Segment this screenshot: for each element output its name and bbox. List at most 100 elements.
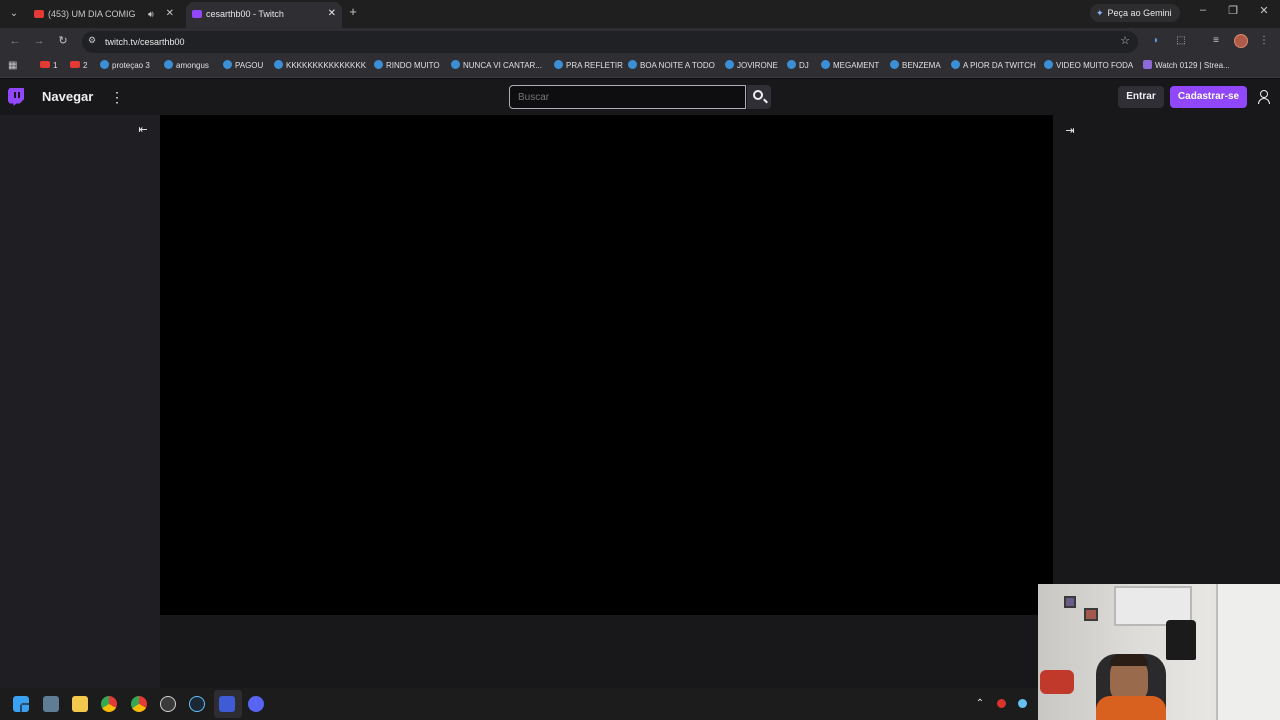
bookmark-item[interactable]: BENZEMA bbox=[890, 56, 941, 76]
bookmarks-bar: ▦ 1 2 proteçao 3 amongus PAGOU KKKKKKKKK… bbox=[0, 56, 1280, 78]
twitch-clip-icon bbox=[821, 60, 830, 70]
twitch-clip-icon bbox=[890, 60, 899, 70]
collapse-sidebar-icon[interactable]: ⇤ bbox=[136, 123, 150, 136]
side-nav: ⇤ bbox=[0, 115, 160, 688]
twitch-clip-icon bbox=[951, 60, 960, 70]
search-button[interactable] bbox=[747, 85, 771, 109]
site-info-icon[interactable]: ⚙ bbox=[88, 35, 96, 46]
twitch-clip-icon bbox=[451, 60, 460, 70]
tab-title: (453) UM DIA COMIGO - Yo bbox=[48, 9, 136, 19]
bookmark-item[interactable]: KKKKKKKKKKKKKKK bbox=[274, 56, 366, 76]
gemini-label: Peça ao Gemini bbox=[1107, 8, 1172, 18]
address-bar[interactable]: ⚙ twitch.tv/cesarthb00 ☆ bbox=[82, 31, 1138, 53]
bookmark-item[interactable]: VIDEO MUITO FODA bbox=[1044, 56, 1133, 76]
tray-steam-icon[interactable] bbox=[1018, 699, 1027, 708]
browser-menu-icon[interactable]: ⋮ bbox=[1257, 34, 1271, 48]
chrome-icon[interactable] bbox=[101, 696, 117, 712]
bookmark-item[interactable]: MEGAMENT bbox=[821, 56, 879, 76]
tab-search-chevron-icon[interactable]: ⌄ bbox=[6, 6, 22, 22]
bookmark-item[interactable]: JOVIRONE bbox=[725, 56, 778, 76]
file-explorer-icon[interactable] bbox=[72, 696, 88, 712]
tray-app-icon[interactable] bbox=[997, 699, 1006, 708]
calculator-icon[interactable] bbox=[43, 696, 59, 712]
discord-icon[interactable] bbox=[248, 696, 264, 712]
bookmark-star-icon[interactable]: ☆ bbox=[1120, 34, 1130, 47]
red-object bbox=[1040, 670, 1074, 694]
tray-chevron-up-icon[interactable]: ⌃ bbox=[973, 696, 987, 712]
hanging-jersey bbox=[1166, 620, 1196, 660]
expand-chat-icon[interactable]: ⇥ bbox=[1063, 124, 1077, 137]
extension-icon bbox=[1143, 60, 1152, 70]
streamer-torso bbox=[1096, 696, 1166, 720]
webcam-overlay bbox=[1038, 584, 1280, 720]
bookmark-item[interactable]: amongus bbox=[164, 56, 209, 76]
audio-extension-icon[interactable]: ◗ bbox=[1149, 34, 1163, 48]
browser-tab-youtube[interactable]: (453) UM DIA COMIGO - Yo 🔊︎ ✕ bbox=[28, 2, 180, 28]
twitch-clip-icon bbox=[787, 60, 796, 70]
restore-window-icon[interactable]: ❐ bbox=[1226, 4, 1240, 17]
gemini-sparkle-icon: ✦ bbox=[1096, 8, 1104, 18]
gemini-button[interactable]: ✦ Peça ao Gemini bbox=[1090, 4, 1180, 22]
twitch-top-nav: Navegar ⋮ Entrar Cadastrar-se bbox=[0, 79, 1280, 115]
twitch-clip-icon bbox=[274, 60, 283, 70]
bookmark-item[interactable]: Watch 0129 | Strea... bbox=[1143, 56, 1230, 76]
close-window-icon[interactable]: ✕ bbox=[1257, 4, 1271, 17]
bookmark-item[interactable]: NUNCA VI CANTAR... bbox=[451, 56, 542, 76]
twitch-clip-icon bbox=[223, 60, 232, 70]
signup-button[interactable]: Cadastrar-se bbox=[1170, 86, 1247, 108]
forward-icon[interactable]: → bbox=[32, 34, 46, 48]
browser-tab-strip: ⌄ (453) UM DIA COMIGO - Yo 🔊︎ ✕ cesarthb… bbox=[0, 0, 1280, 28]
profile-avatar[interactable] bbox=[1234, 34, 1248, 48]
wall-picture bbox=[1064, 596, 1076, 608]
twitch-clip-icon bbox=[628, 60, 637, 70]
bookmark-item[interactable]: 1 bbox=[40, 56, 57, 76]
bookmark-item[interactable]: DJ bbox=[787, 56, 809, 76]
twitch-icon bbox=[192, 10, 202, 18]
twitch-clip-icon bbox=[374, 60, 383, 70]
youtube-icon bbox=[34, 10, 44, 18]
user-menu-icon[interactable] bbox=[1256, 89, 1272, 105]
close-tab-icon[interactable]: ✕ bbox=[328, 2, 336, 26]
search-icon bbox=[753, 90, 763, 100]
chrome-icon[interactable] bbox=[131, 696, 147, 712]
app-icon[interactable] bbox=[219, 696, 235, 712]
steam-icon[interactable] bbox=[189, 696, 205, 712]
minimize-window-icon[interactable]: – bbox=[1196, 4, 1210, 16]
wall-picture bbox=[1084, 608, 1098, 621]
browser-tab-twitch[interactable]: cesarthb00 - Twitch ✕ bbox=[186, 2, 342, 28]
extensions-puzzle-icon[interactable]: ⬚ bbox=[1174, 34, 1188, 48]
search-input[interactable] bbox=[509, 85, 746, 109]
bookmark-item[interactable]: A PIOR DA TWITCH bbox=[951, 56, 1036, 76]
bookmark-item[interactable]: PAGOU bbox=[223, 56, 263, 76]
bookmark-item[interactable]: proteçao 3 bbox=[100, 56, 150, 76]
twitch-clip-icon bbox=[100, 60, 109, 70]
bookmark-item[interactable]: 2 bbox=[70, 56, 87, 76]
obs-icon[interactable] bbox=[160, 696, 176, 712]
twitch-logo-icon[interactable] bbox=[8, 88, 24, 106]
channel-info-area bbox=[160, 615, 1053, 688]
youtube-icon bbox=[70, 61, 80, 69]
video-player[interactable] bbox=[160, 115, 1053, 615]
browse-link[interactable]: Navegar bbox=[42, 87, 93, 107]
close-tab-icon[interactable]: ✕ bbox=[166, 2, 174, 26]
speaker-icon[interactable]: 🔊︎ bbox=[148, 2, 154, 26]
browser-toolbar: ← → ↻ ⚙ twitch.tv/cesarthb00 ☆ ◗ ⬚ ≡ ⋮ bbox=[0, 28, 1280, 56]
reload-icon[interactable]: ↻ bbox=[56, 34, 70, 48]
windows-start-icon[interactable] bbox=[13, 696, 29, 712]
back-icon[interactable]: ← bbox=[8, 34, 22, 48]
youtube-icon bbox=[40, 61, 50, 69]
new-tab-button[interactable]: + bbox=[346, 4, 360, 19]
media-controls-icon[interactable]: ≡ bbox=[1209, 34, 1223, 48]
bookmark-item[interactable]: BOA NOITE A TODO bbox=[628, 56, 715, 76]
bookmark-item[interactable]: PRA REFLETIR bbox=[554, 56, 623, 76]
twitch-clip-icon bbox=[554, 60, 563, 70]
tab-title: cesarthb00 - Twitch bbox=[206, 9, 284, 19]
login-button[interactable]: Entrar bbox=[1118, 86, 1164, 108]
bookmark-item[interactable]: RINDO MUITO bbox=[374, 56, 440, 76]
twitch-clip-icon bbox=[164, 60, 173, 70]
url-text: twitch.tv/cesarthb00 bbox=[105, 37, 185, 47]
twitch-clip-icon bbox=[1044, 60, 1053, 70]
more-options-icon[interactable]: ⋮ bbox=[110, 87, 124, 107]
apps-grid-icon[interactable]: ▦ bbox=[8, 56, 17, 76]
os-taskbar: ⌃ bbox=[0, 688, 1038, 720]
